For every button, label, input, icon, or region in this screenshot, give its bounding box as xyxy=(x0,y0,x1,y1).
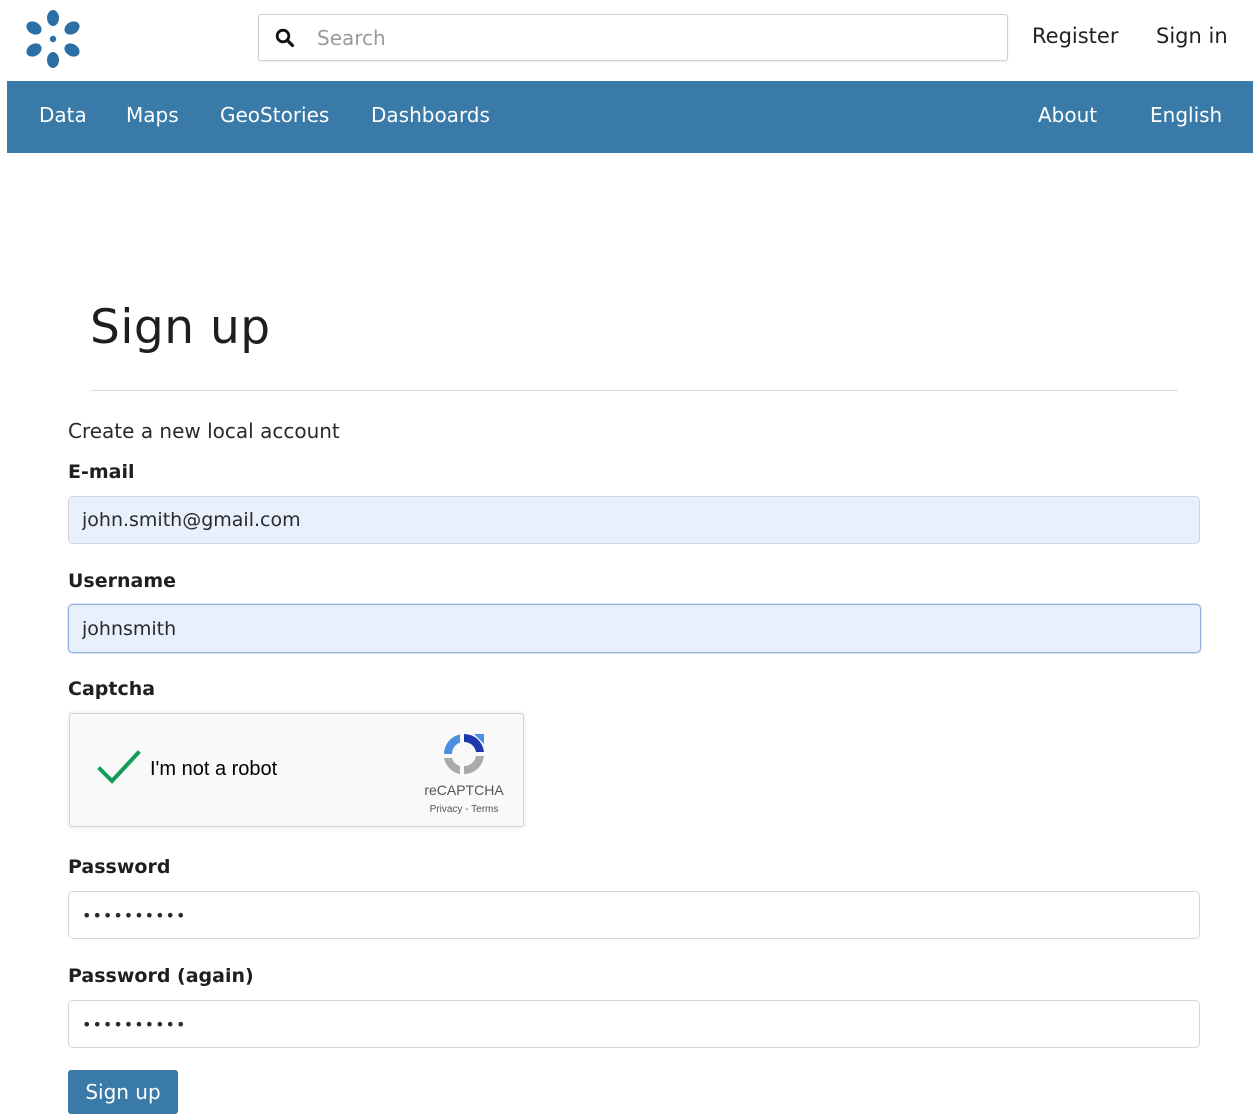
nav-item-data[interactable]: Data xyxy=(39,103,87,127)
username-field[interactable] xyxy=(68,604,1201,653)
email-label: E-mail xyxy=(68,461,135,483)
nav-item-geostories[interactable]: GeoStories xyxy=(220,103,329,127)
nav-item-dashboards[interactable]: Dashboards xyxy=(371,103,490,127)
page-title: Sign up xyxy=(90,300,271,355)
password-again-label: Password (again) xyxy=(68,965,254,987)
password-field[interactable] xyxy=(68,891,1200,939)
register-link[interactable]: Register xyxy=(1032,24,1118,48)
sign-up-button[interactable]: Sign up xyxy=(68,1070,178,1114)
recaptcha-privacy-terms-links[interactable]: Privacy - Terms xyxy=(410,804,518,815)
recaptcha-logo-icon xyxy=(444,733,484,775)
recaptcha-label: I'm not a robot xyxy=(150,758,278,780)
nav-item-language[interactable]: English xyxy=(1150,103,1222,127)
recaptcha-brand: reCAPTCHA xyxy=(424,782,504,798)
username-label: Username xyxy=(68,570,177,592)
main-nav: Data Maps GeoStories Dashboards About En… xyxy=(7,81,1253,153)
captcha-label: Captcha xyxy=(68,678,156,700)
email-field[interactable] xyxy=(68,496,1200,544)
top-bar: Register Sign in xyxy=(0,0,1253,81)
nav-item-maps[interactable]: Maps xyxy=(126,103,179,127)
nav-item-about[interactable]: About xyxy=(1038,103,1097,127)
search-input[interactable] xyxy=(317,23,987,53)
form-intro: Create a new local account xyxy=(68,419,340,443)
recaptcha-widget: I'm not a robot reCAPTCHA Privacy - Term… xyxy=(69,713,524,827)
search-box xyxy=(258,14,1008,61)
password-label: Password xyxy=(68,856,171,878)
search-icon[interactable] xyxy=(275,28,295,48)
recaptcha-checkbox-checked-icon[interactable] xyxy=(96,748,142,788)
geonode-logo-icon[interactable] xyxy=(22,8,84,70)
password-again-field[interactable] xyxy=(68,1000,1200,1048)
title-divider xyxy=(91,390,1178,391)
sign-in-link[interactable]: Sign in xyxy=(1156,24,1228,48)
